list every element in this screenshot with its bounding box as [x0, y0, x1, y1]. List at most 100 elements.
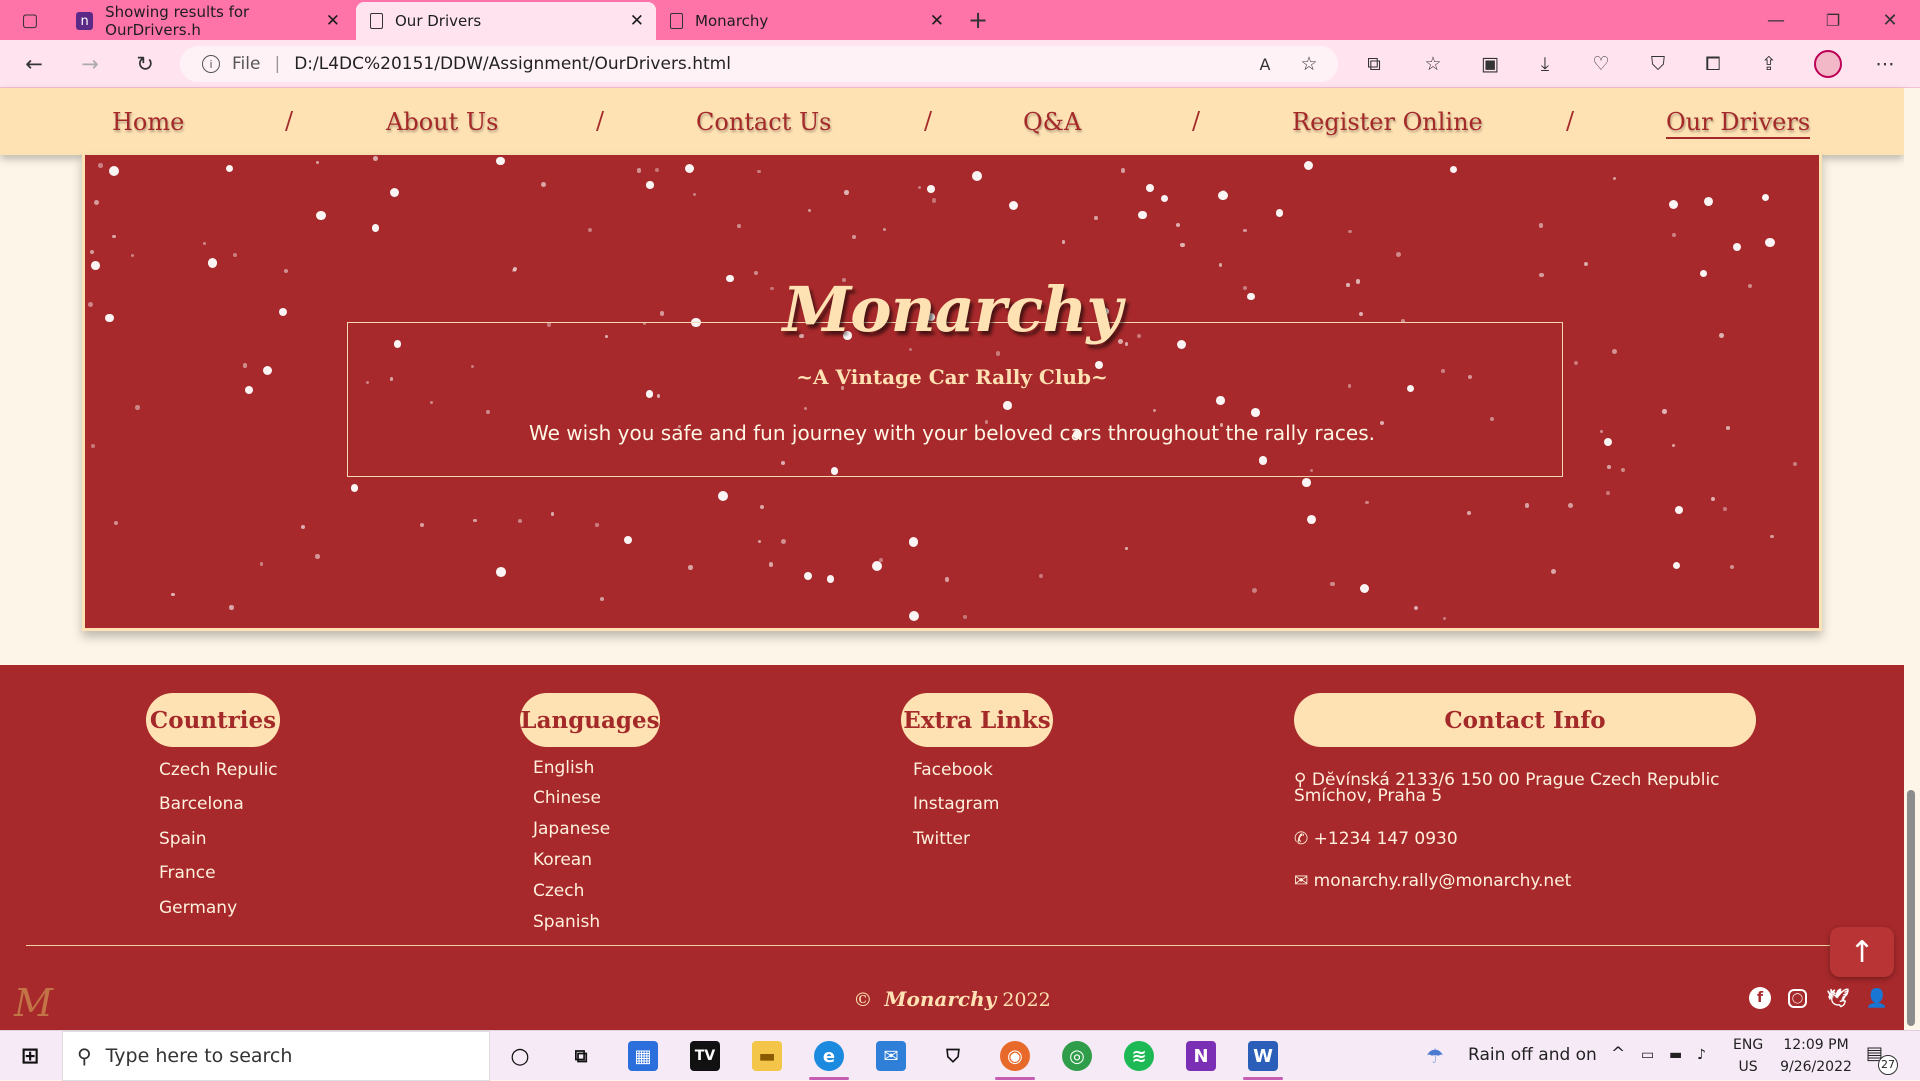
snowflake [685, 163, 695, 173]
country-link[interactable]: Barcelona [159, 794, 244, 814]
snowflake [541, 181, 547, 187]
back-to-top-button[interactable]: ↑ [1830, 927, 1894, 977]
windows-taskbar: ⊞ ⚲ Type here to search ○ ⧉ ▦ TV ▬ e ✉ ⛉… [0, 1030, 1920, 1081]
nav-separator: / [285, 107, 294, 135]
collections-icon[interactable]: ▣ [1478, 52, 1502, 76]
scrollbar-thumb[interactable] [1907, 790, 1915, 1026]
restore-icon[interactable]: ❐ [1819, 6, 1847, 34]
clock[interactable]: 12:09 PM 9/26/2022 [1774, 1034, 1858, 1078]
taskbar-search[interactable]: ⚲ Type here to search [62, 1031, 490, 1081]
weather-icon[interactable]: ☂ [1426, 1045, 1444, 1067]
nav-register-online[interactable]: Register Online [1292, 108, 1483, 136]
volume-icon[interactable]: ♪ [1697, 1044, 1706, 1066]
profile-avatar[interactable] [1814, 50, 1842, 78]
extensions-icon[interactable]: ⧉ [1362, 52, 1386, 76]
language-link[interactable]: Japanese [533, 819, 610, 839]
downloads-icon[interactable]: ⤓ [1533, 52, 1557, 76]
contact-address: ⚲ Dĕvínská 2133/6 150 00 Prague Czech Re… [1294, 772, 1720, 805]
security-icon[interactable]: ⛉ [1646, 52, 1670, 76]
snowflake [646, 181, 654, 189]
battery-icon[interactable]: ▬ [1669, 1044, 1682, 1066]
tab-monarchy[interactable]: Monarchy ✕ [656, 2, 956, 40]
facebook-icon[interactable]: f [1749, 987, 1771, 1009]
snowflake [300, 524, 305, 529]
country-link[interactable]: Spain [159, 829, 207, 849]
language-link[interactable]: Czech [533, 881, 584, 901]
language-link[interactable]: Chinese [533, 788, 601, 808]
snowflake [1348, 229, 1352, 233]
nav-home[interactable]: Home [112, 108, 184, 136]
copyright-symbol: © [853, 989, 873, 1011]
read-aloud-icon[interactable]: A [1253, 52, 1277, 76]
screenshot-icon[interactable]: ⧠ [1701, 52, 1725, 76]
snowflake [1568, 503, 1574, 509]
defender-icon[interactable]: ⛉ [938, 1041, 968, 1071]
user-icon[interactable]: 👤 [1866, 987, 1888, 1009]
tab-actions-icon[interactable]: ▢ [16, 6, 44, 34]
snowflake [780, 538, 786, 544]
tab-our-drivers[interactable]: Our Drivers ✕ [356, 2, 656, 40]
snowflake [844, 190, 849, 195]
onenote-icon[interactable]: N [1186, 1041, 1216, 1071]
spotify-icon[interactable]: ≋ [1124, 1041, 1154, 1071]
close-window-icon[interactable]: ✕ [1876, 6, 1904, 34]
close-tab-icon[interactable]: ✕ [630, 11, 644, 31]
language-link[interactable]: Korean [533, 850, 592, 870]
windows-start-icon[interactable]: ⊞ [15, 1041, 45, 1071]
file-explorer-icon[interactable]: ▬ [752, 1041, 782, 1071]
snowflake [1275, 209, 1284, 217]
cortana-icon[interactable]: ○ [505, 1041, 535, 1071]
weather-text[interactable]: Rain off and on [1468, 1044, 1597, 1066]
store-icon[interactable]: ▦ [628, 1041, 658, 1071]
chevron-up-icon[interactable]: ^ [1611, 1043, 1625, 1065]
country-link[interactable]: France [159, 863, 216, 883]
close-tab-icon[interactable]: ✕ [326, 11, 340, 31]
language-link[interactable]: Spanish [533, 912, 600, 932]
add-favorite-icon[interactable]: ☆ [1297, 52, 1321, 76]
back-icon[interactable]: ← [20, 50, 48, 78]
more-icon[interactable]: ⋯ [1873, 52, 1897, 76]
snowflake [623, 535, 632, 544]
forward-icon[interactable]: → [76, 50, 104, 78]
twitter-icon[interactable]: 🕊 [1827, 987, 1850, 1009]
word-icon[interactable]: W [1248, 1041, 1278, 1071]
tab-search-results[interactable]: n Showing results for OurDrivers.h ✕ [62, 2, 352, 40]
nav-contact-us[interactable]: Contact Us [696, 108, 831, 136]
instagram-icon[interactable]: ◯ [1788, 989, 1807, 1008]
country-link[interactable]: Czech Repulic [159, 760, 278, 780]
country-link[interactable]: Germany [159, 898, 237, 918]
minimize-icon[interactable]: — [1762, 6, 1790, 34]
favorites-icon[interactable]: ☆ [1421, 52, 1445, 76]
nav-qa[interactable]: Q&A [1023, 108, 1081, 136]
mail-icon[interactable]: ✉ [876, 1041, 906, 1071]
info-icon[interactable]: i [202, 55, 220, 73]
twitter-link[interactable]: Twitter [913, 829, 970, 849]
facebook-link[interactable]: Facebook [913, 760, 993, 780]
snowflake [759, 504, 765, 510]
snowflake [90, 249, 95, 255]
snowflake [932, 198, 937, 203]
url-field[interactable]: i File | D:/L4DC%20151/DDW/Assignment/Ou… [180, 46, 1338, 82]
meet-now-icon[interactable]: ▭ [1641, 1044, 1654, 1066]
language-link[interactable]: English [533, 758, 594, 778]
email-address[interactable]: monarchy.rally@monarchy.net [1314, 871, 1572, 891]
tradingview-icon[interactable]: TV [690, 1041, 720, 1071]
refresh-icon[interactable]: ↻ [131, 50, 159, 78]
firefox-icon[interactable]: ◉ [1000, 1041, 1030, 1071]
task-view-icon[interactable]: ⧉ [566, 1041, 596, 1071]
edge-icon[interactable]: e [814, 1041, 844, 1071]
snowflake [202, 241, 207, 245]
nav-about-us[interactable]: About Us [386, 108, 498, 136]
health-icon[interactable]: ♡ [1589, 52, 1613, 76]
snowflake [109, 165, 120, 176]
snowflake [1732, 243, 1741, 252]
snowflake [654, 167, 659, 172]
new-tab-icon[interactable]: + [964, 6, 992, 34]
nav-our-drivers[interactable]: Our Drivers [1666, 108, 1811, 139]
instagram-link[interactable]: Instagram [913, 794, 1000, 814]
language-indicator[interactable]: ENG US [1733, 1034, 1763, 1078]
chrome-icon[interactable]: ◎ [1062, 1041, 1092, 1071]
share-icon[interactable]: ⇪ [1757, 52, 1781, 76]
close-tab-icon[interactable]: ✕ [930, 11, 944, 31]
snowflake [718, 491, 728, 502]
